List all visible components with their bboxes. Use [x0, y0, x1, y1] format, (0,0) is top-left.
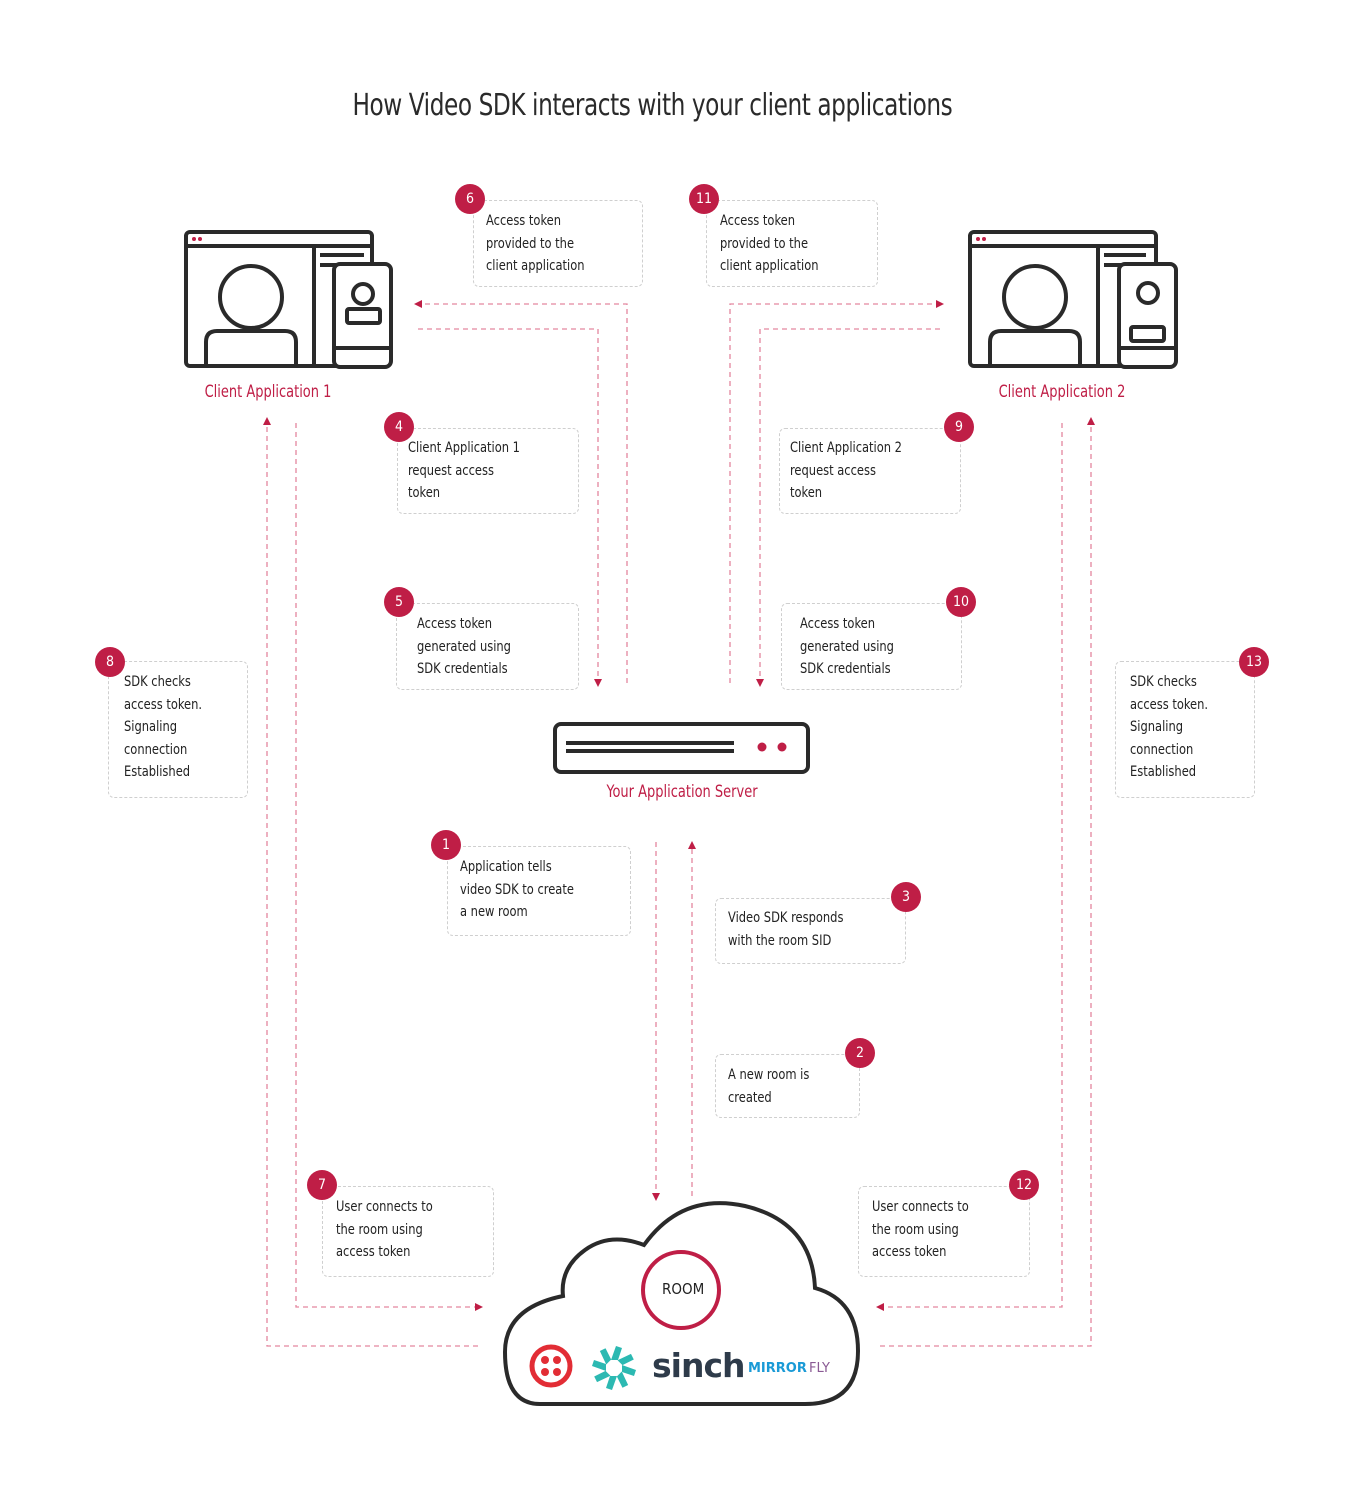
- step-number-badge: 6: [455, 184, 485, 214]
- step-number-badge: 2: [845, 1038, 875, 1068]
- step-text-line: request access: [408, 462, 494, 479]
- step-description: SDK checks access token. Signaling connecti…: [1130, 671, 1208, 784]
- step-description: User connects to the room using access tok…: [336, 1196, 433, 1264]
- step-number-badge: 9: [944, 412, 974, 442]
- step-number-badge: 5: [384, 587, 414, 617]
- step-text-line: the room using: [872, 1221, 959, 1238]
- step-text-line: access token: [336, 1244, 411, 1260]
- step-text-line: video SDK to create: [460, 881, 574, 898]
- step-text-line: access token: [872, 1244, 947, 1260]
- step-text-line: SDK credentials: [417, 661, 508, 677]
- step-description: Access token provided to the client applic…: [486, 210, 585, 278]
- step-text-line: Client Application 2: [790, 440, 902, 456]
- window-dot-icon: [192, 237, 196, 241]
- step-description: Access token generated using SDK credentia…: [417, 613, 511, 681]
- step-text-line: Access token: [720, 213, 795, 229]
- step-text-line: generated using: [800, 638, 894, 655]
- step-text-line: Access token: [417, 616, 492, 632]
- step-text-line: Client Application 1: [408, 440, 520, 456]
- step-text-line: Established: [1130, 764, 1197, 780]
- sinch-logo: sinch: [652, 1346, 746, 1385]
- step-text-line: connection: [1130, 741, 1194, 758]
- step-text-line: A new room is: [728, 1067, 810, 1083]
- window-dot-icon: [198, 237, 202, 241]
- mirrorfly-logo-fly: FLY: [809, 1361, 830, 1376]
- step-description: Client Application 2 request access token: [790, 437, 902, 505]
- step-text-line: Application tells: [460, 859, 552, 875]
- step-number-badge: 10: [946, 587, 976, 617]
- step-text-line: the room using: [336, 1221, 423, 1238]
- step-text-line: a new room: [460, 904, 528, 920]
- step-text-line: Signaling: [1130, 719, 1184, 735]
- window-dot-icon: [982, 237, 986, 241]
- step-description: Video SDK responds with the room SID: [728, 907, 843, 952]
- step-number-badge: 4: [384, 412, 414, 442]
- step-text-line: client application: [720, 258, 819, 274]
- step-number-badge: 1: [431, 830, 461, 860]
- step-text-line: generated using: [417, 638, 511, 655]
- step-description: Access token generated using SDK credentia…: [800, 613, 894, 681]
- step-text-line: access token.: [124, 696, 203, 713]
- step-description: SDK checks access token. Signaling connecti…: [124, 671, 202, 784]
- step-text-line: provided to the: [720, 235, 809, 252]
- step-text-line: token: [790, 485, 823, 501]
- client2-icon: [968, 230, 1178, 369]
- window-dot-icon: [976, 237, 980, 241]
- step-text-line: Signaling: [124, 719, 178, 735]
- step-text-line: with the room SID: [728, 932, 832, 949]
- step-text-line: created: [728, 1089, 772, 1106]
- step-text-line: Access token: [486, 213, 561, 229]
- step-number-badge: 13: [1239, 647, 1269, 677]
- step-number-badge: 11: [689, 184, 719, 214]
- step-text-line: provided to the: [486, 235, 575, 252]
- client1-icon: [184, 230, 393, 369]
- server-icon: [553, 722, 810, 774]
- client2-label: Client Application 2: [998, 382, 1126, 402]
- step-number-badge: 12: [1009, 1170, 1039, 1200]
- step-text-line: request access: [790, 462, 876, 479]
- step-text-line: connection: [124, 741, 188, 758]
- step-text-line: SDK checks: [124, 674, 191, 690]
- step-text-line: Established: [124, 764, 191, 780]
- step-text-line: SDK checks: [1130, 674, 1197, 690]
- step-text-line: User connects to: [872, 1199, 969, 1215]
- step-text-line: Video SDK responds: [728, 910, 844, 926]
- step-description: Access token provided to the client applic…: [720, 210, 819, 278]
- room-label: ROOM: [662, 1280, 705, 1298]
- step-description: User connects to the room using access tok…: [872, 1196, 969, 1264]
- step-text-line: User connects to: [336, 1199, 433, 1215]
- mirrorfly-logo-mirror: MIRROR: [748, 1361, 807, 1376]
- client1-label: Client Application 1: [204, 382, 332, 402]
- step-text-line: Access token: [800, 616, 875, 632]
- step-number-badge: 8: [95, 647, 125, 677]
- step-text-line: access token.: [1130, 696, 1209, 713]
- step-text-line: client application: [486, 258, 585, 274]
- server-label: Your Application Server: [606, 782, 758, 802]
- step-text-line: SDK credentials: [800, 661, 891, 677]
- step-description: Application tells video SDK to create a ne…: [460, 856, 574, 924]
- step-number-badge: 7: [307, 1170, 337, 1200]
- step-text-line: token: [408, 485, 441, 501]
- step-description: A new room is created: [728, 1064, 809, 1109]
- step-description: Client Application 1 request access token: [408, 437, 520, 505]
- step-number-badge: 3: [891, 882, 921, 912]
